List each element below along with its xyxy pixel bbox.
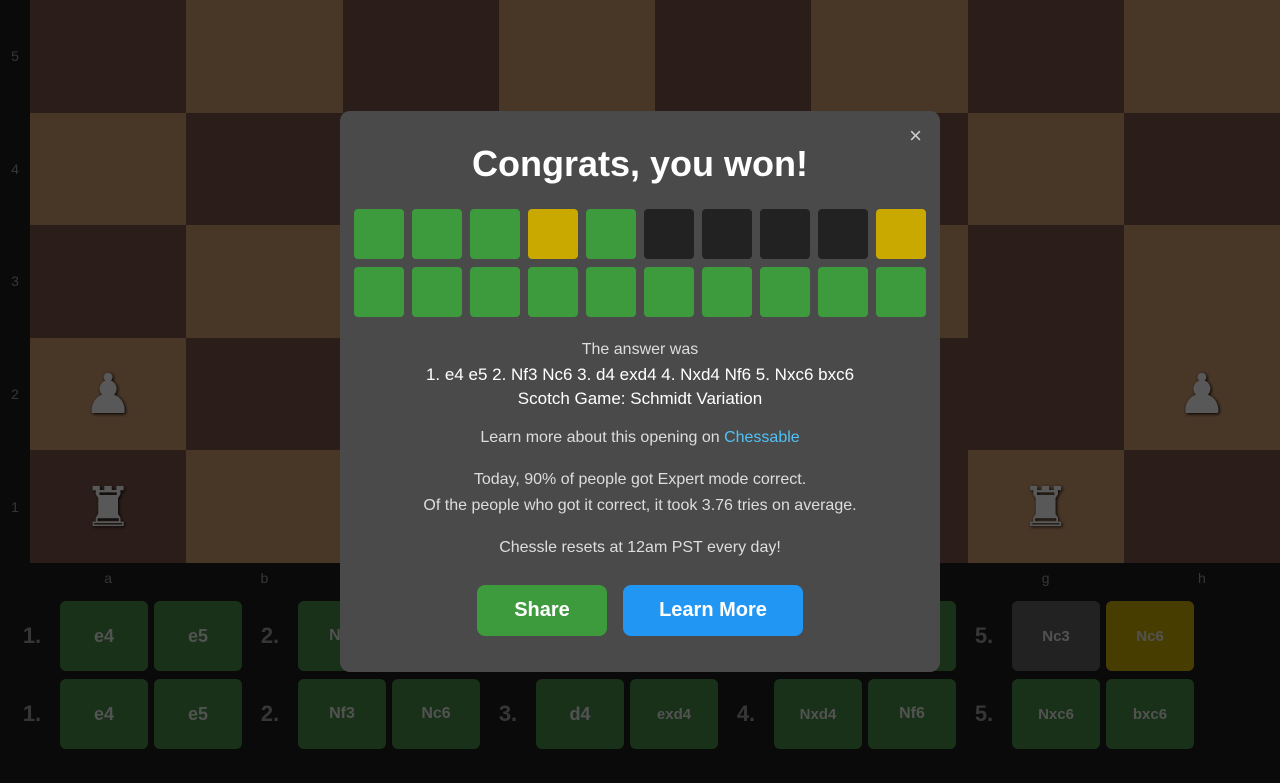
tile-1-10 — [876, 209, 926, 259]
answer-label: The answer was — [380, 341, 900, 359]
tile-2-1 — [354, 267, 404, 317]
tile-row-1 — [354, 209, 926, 259]
tile-2-3 — [470, 267, 520, 317]
tile-2-8 — [760, 267, 810, 317]
share-button[interactable]: Share — [477, 585, 607, 636]
learn-more-button[interactable]: Learn More — [623, 585, 803, 636]
modal-title: Congrats, you won! — [380, 143, 900, 185]
tile-1-6 — [644, 209, 694, 259]
tile-2-5 — [586, 267, 636, 317]
tile-2-10 — [876, 267, 926, 317]
tile-2-4 — [528, 267, 578, 317]
tile-1-8 — [760, 209, 810, 259]
stats-line-1: Today, 90% of people got Expert mode cor… — [380, 467, 900, 493]
tile-1-3 — [470, 209, 520, 259]
tile-2-9 — [818, 267, 868, 317]
tile-2-6 — [644, 267, 694, 317]
button-row: Share Learn More — [380, 585, 900, 636]
stats-section: Today, 90% of people got Expert mode cor… — [380, 467, 900, 518]
tile-grid — [380, 209, 900, 317]
stats-line-2: Of the people who got it correct, it too… — [380, 493, 900, 519]
answer-moves: 1. e4 e5 2. Nf3 Nc6 3. d4 exd4 4. Nxd4 N… — [380, 365, 900, 385]
tile-row-2 — [354, 267, 926, 317]
learn-text-pre: Learn more about this opening on — [480, 429, 724, 446]
tile-1-1 — [354, 209, 404, 259]
modal-overlay: × Congrats, you won! — [0, 0, 1280, 783]
tile-1-7 — [702, 209, 752, 259]
answer-name: Scotch Game: Schmidt Variation — [380, 389, 900, 409]
tile-2-2 — [412, 267, 462, 317]
reset-text: Chessle resets at 12am PST every day! — [380, 539, 900, 557]
tile-1-5 — [586, 209, 636, 259]
learn-link-section: Learn more about this opening on Chessab… — [380, 429, 900, 447]
win-modal: × Congrats, you won! — [340, 111, 940, 671]
tile-2-7 — [702, 267, 752, 317]
tile-1-4 — [528, 209, 578, 259]
tile-1-2 — [412, 209, 462, 259]
tile-1-9 — [818, 209, 868, 259]
answer-section: The answer was 1. e4 e5 2. Nf3 Nc6 3. d4… — [380, 341, 900, 409]
chessable-link[interactable]: Chessable — [724, 429, 800, 446]
close-button[interactable]: × — [909, 125, 922, 147]
